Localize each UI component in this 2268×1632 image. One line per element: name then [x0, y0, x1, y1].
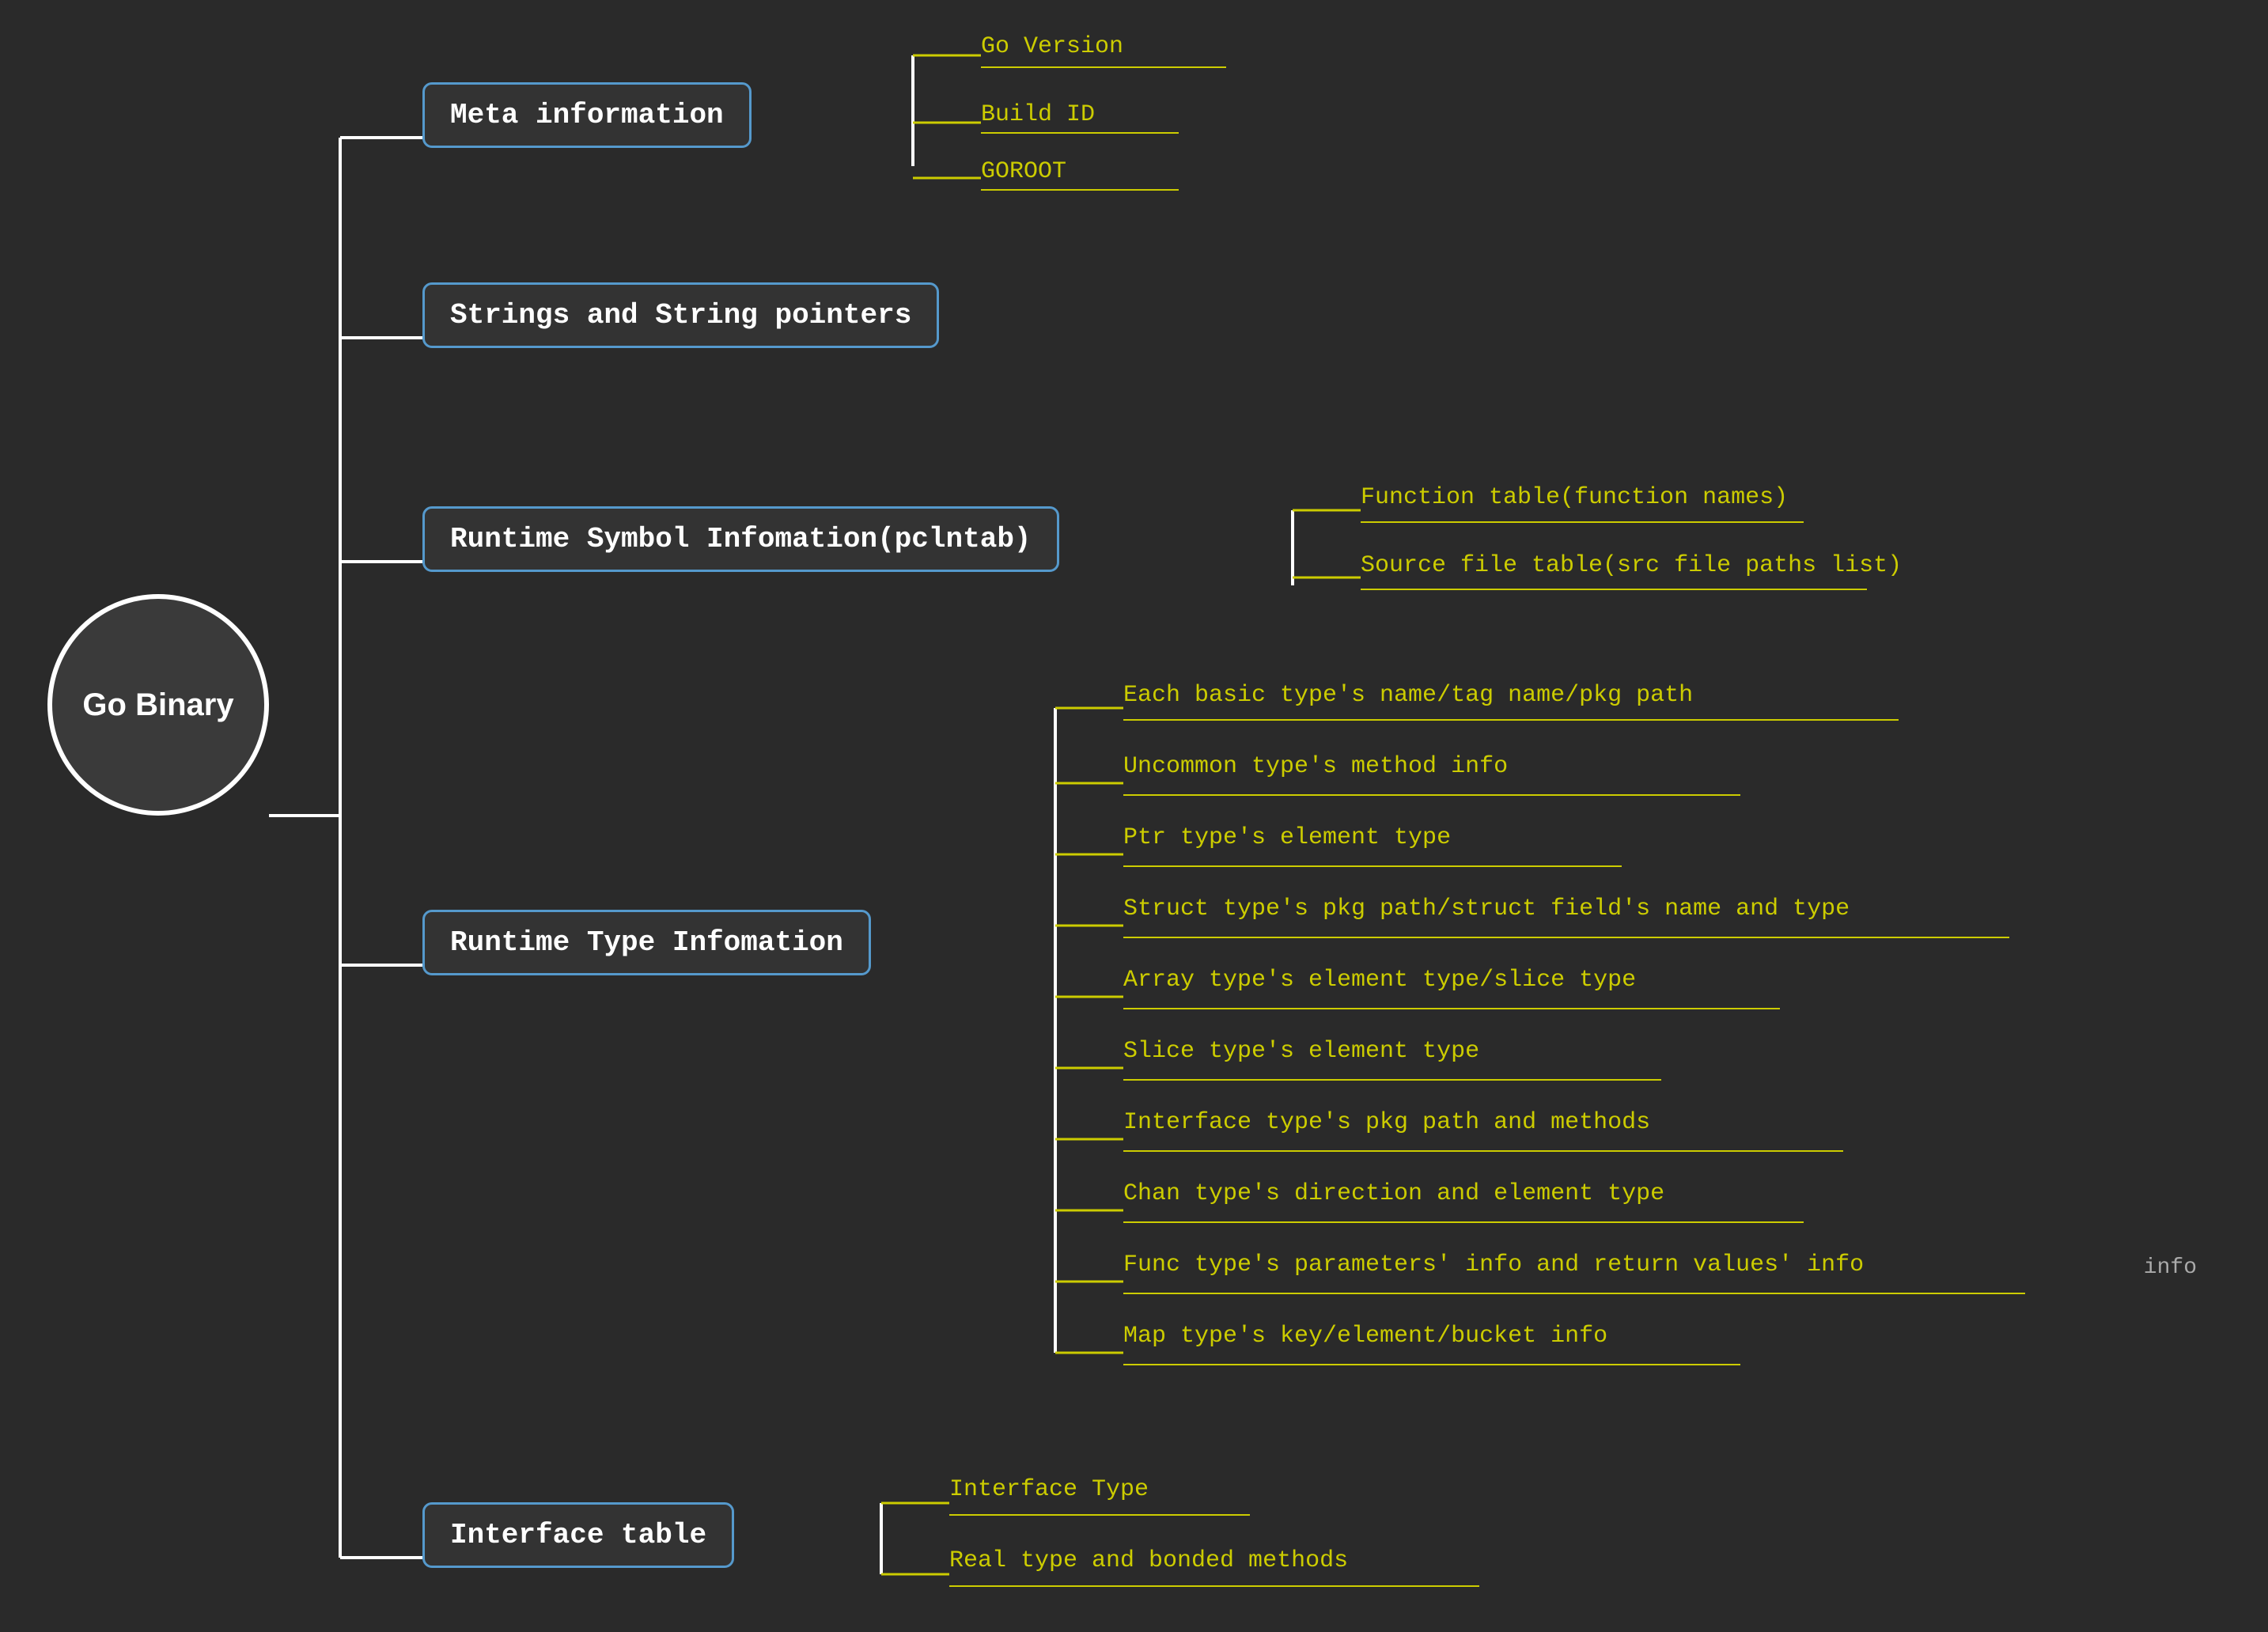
leaf-slice-type: Slice type's element type — [1123, 1038, 1479, 1065]
node-pclntab: Runtime Symbol Infomation(pclntab) — [422, 506, 1059, 572]
leaf-basic-type: Each basic type's name/tag name/pkg path — [1123, 682, 1693, 709]
leaf-chan-type: Chan type's direction and element type — [1123, 1180, 1664, 1207]
node-meta: Meta information — [422, 82, 752, 148]
node-strings: Strings and String pointers — [422, 282, 939, 348]
node-meta-label: Meta information — [450, 99, 724, 131]
leaf-func-type: Func type's parameters' info and return … — [1123, 1251, 1864, 1278]
leaf-go-version: Go Version — [981, 33, 1123, 60]
node-itable-label: Interface table — [450, 1519, 706, 1551]
node-itable: Interface table — [422, 1502, 734, 1568]
leaf-goroot: GOROOT — [981, 158, 1066, 185]
leaf-build-id: Build ID — [981, 101, 1095, 128]
leaf-real-type: Real type and bonded methods — [949, 1547, 1348, 1574]
leaf-ptr-type: Ptr type's element type — [1123, 824, 1451, 851]
node-rtti-label: Runtime Type Infomation — [450, 926, 843, 959]
leaf-function-table: Function table(function names) — [1361, 484, 1788, 511]
leaf-interface-type-leaf: Interface Type — [949, 1476, 1149, 1503]
leaf-interface-type: Interface type's pkg path and methods — [1123, 1109, 1650, 1136]
node-rtti: Runtime Type Infomation — [422, 910, 871, 975]
lines-svg — [0, 0, 2268, 1632]
info-label: info — [2144, 1255, 2197, 1280]
leaf-map-type: Map type's key/element/bucket info — [1123, 1323, 1607, 1350]
leaf-array-type: Array type's element type/slice type — [1123, 967, 1636, 994]
node-strings-label: Strings and String pointers — [450, 299, 911, 331]
node-pclntab-label: Runtime Symbol Infomation(pclntab) — [450, 523, 1032, 555]
leaf-struct-type: Struct type's pkg path/struct field's na… — [1123, 896, 1850, 922]
diagram-container: Go Binary Meta information Go Version Bu… — [0, 0, 2268, 1632]
center-label: Go Binary — [82, 687, 233, 723]
leaf-source-file-table: Source file table(src file paths list) — [1361, 552, 1902, 579]
center-circle: Go Binary — [47, 594, 269, 816]
leaf-uncommon-type: Uncommon type's method info — [1123, 753, 1508, 780]
